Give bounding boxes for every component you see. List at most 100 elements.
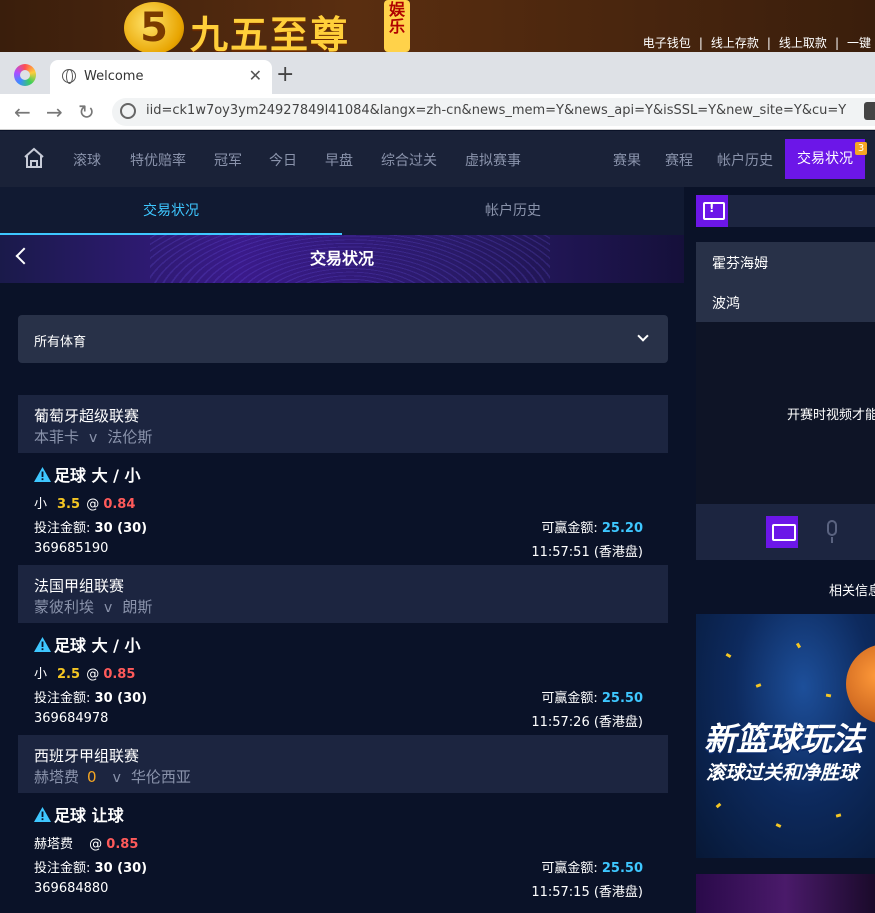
stake-value: 30 (30) xyxy=(94,521,148,536)
away-team: 华伦西亚 xyxy=(130,768,191,786)
nav-results[interactable]: 赛果 xyxy=(613,150,641,170)
win-row: 可赢金额: 25.20 xyxy=(541,517,643,536)
away-team: 朗斯 xyxy=(122,598,153,616)
win-row: 可赢金额: 25.50 xyxy=(541,857,643,876)
win-value: 25.50 xyxy=(601,861,643,876)
microphone-stem xyxy=(831,537,833,543)
vs-label: v xyxy=(104,600,113,616)
odds-value: 0.84 xyxy=(103,497,136,512)
bet-type-label: 足球 大 / 小 xyxy=(54,636,141,655)
bet-selection: 小 2.5 @ 0.85 xyxy=(34,663,135,682)
link-withdraw[interactable]: 线上取款 xyxy=(779,36,827,50)
vs-label: v xyxy=(89,430,98,446)
chat-icon[interactable] xyxy=(696,195,728,227)
url-text[interactable]: iid=ck1w7oy3ym24927849l41084&langx=zh-cn… xyxy=(146,103,864,118)
nav-today[interactable]: 今日 xyxy=(269,150,297,170)
bet-type: 足球 让球 xyxy=(34,802,124,826)
match-teams: 蒙彼利埃 v 朗斯 xyxy=(34,596,152,617)
warning-icon xyxy=(34,637,51,652)
promo-subtitle: 滚球过关和净胜球 xyxy=(706,762,859,784)
confetti xyxy=(725,652,732,659)
confetti xyxy=(795,642,802,649)
new-tab-icon[interactable]: + xyxy=(276,62,294,87)
logo-icon: 5 xyxy=(124,2,184,54)
odds-value: 0.85 xyxy=(103,667,136,682)
video-message: 开赛时视频才能 xyxy=(787,408,875,423)
globe-icon xyxy=(62,69,76,84)
at-sign: @ xyxy=(86,667,100,682)
logo-text: 九五至尊 xyxy=(190,12,351,57)
nav-parlay[interactable]: 综合过关 xyxy=(381,150,437,170)
nav-schedule[interactable]: 赛程 xyxy=(665,150,693,170)
bet-reference: 369684978 xyxy=(34,711,109,726)
confetti xyxy=(825,693,832,698)
microphone-icon[interactable] xyxy=(827,520,837,536)
stake-value: 30 (30) xyxy=(94,861,148,876)
back-icon[interactable]: ← xyxy=(14,100,31,124)
security-icon[interactable] xyxy=(120,103,136,119)
link-onekey[interactable]: 一键 xyxy=(847,36,871,50)
handicap-value: 3.5 xyxy=(57,497,81,512)
win-row: 可赢金额: 25.50 xyxy=(541,687,643,706)
win-label: 可赢金额: xyxy=(541,521,598,536)
stake-value: 30 (30) xyxy=(94,691,148,706)
confetti xyxy=(715,802,722,809)
nav-inplay[interactable]: 滚球 xyxy=(73,150,101,170)
nav-special-odds[interactable]: 特优赔率 xyxy=(130,150,186,170)
bet-type: 足球 大 / 小 xyxy=(34,632,141,656)
promo-banner-2[interactable] xyxy=(696,874,875,913)
confetti xyxy=(755,683,762,688)
home-team: 赫塔费 xyxy=(34,768,80,786)
selection-label: 小 xyxy=(34,667,48,682)
home-team: 本菲卡 xyxy=(34,428,80,446)
away-team: 法伦斯 xyxy=(107,428,153,446)
reload-icon[interactable]: ↻ xyxy=(78,100,95,124)
stake-row: 投注金额: 30 (30) xyxy=(34,517,147,536)
nav-outright[interactable]: 冠军 xyxy=(214,150,242,170)
at-sign: @ xyxy=(86,497,100,512)
selection-label: 赫塔费 xyxy=(34,837,74,852)
selection-label: 小 xyxy=(34,497,48,512)
extension-icon[interactable] xyxy=(864,102,875,120)
bet-reference: 369684880 xyxy=(34,881,109,896)
browser-tab[interactable]: Welcome ✕ xyxy=(50,60,272,94)
match-teams: 赫塔费 0 v 华伦西亚 xyxy=(34,766,191,787)
stake-label: 投注金额: xyxy=(34,521,91,536)
bet-type: 足球 大 / 小 xyxy=(34,462,141,486)
bet-type-label: 足球 大 / 小 xyxy=(54,466,141,485)
nav-account-history[interactable]: 帐户历史 xyxy=(717,150,773,170)
link-deposit[interactable]: 线上存款 xyxy=(711,36,759,50)
separator: | xyxy=(834,36,839,50)
separator: | xyxy=(698,36,703,50)
vs-label: v xyxy=(112,770,121,786)
stake-label: 投注金额: xyxy=(34,691,91,706)
win-label: 可赢金额: xyxy=(541,691,598,706)
sport-filter-select[interactable] xyxy=(18,315,668,363)
logo-badge: 娱乐 xyxy=(384,0,410,52)
related-info-heading: 相关信息 xyxy=(829,584,875,599)
tab-account-history[interactable]: 帐户历史 xyxy=(342,187,684,235)
tv-icon[interactable] xyxy=(766,516,798,548)
home-icon[interactable] xyxy=(22,146,46,170)
nav-transactions[interactable]: 交易状况 xyxy=(785,139,865,179)
nav-early[interactable]: 早盘 xyxy=(325,150,353,170)
league-name: 葡萄牙超级联赛 xyxy=(34,407,140,425)
win-value: 25.20 xyxy=(601,521,643,536)
link-wallet[interactable]: 电子钱包 xyxy=(643,36,691,50)
nav-virtual[interactable]: 虚拟赛事 xyxy=(465,150,521,170)
match-teams: 本菲卡 v 法伦斯 xyxy=(34,426,152,447)
sport-filter-value: 所有体育 xyxy=(34,335,87,350)
bet-time: 11:57:51 (香港盘) xyxy=(531,545,643,560)
bet-time: 11:57:26 (香港盘) xyxy=(531,715,643,730)
live-home-team: 霍芬海姆 xyxy=(712,256,768,272)
tab-title: Welcome xyxy=(84,69,144,84)
live-score: 0 xyxy=(87,768,97,786)
at-sign: @ xyxy=(89,837,103,852)
close-icon[interactable]: ✕ xyxy=(249,66,262,85)
warning-icon xyxy=(34,467,51,482)
bet-type-label: 足球 让球 xyxy=(54,806,124,825)
bet-selection: 赫塔费 @ 0.85 xyxy=(34,833,138,852)
forward-icon[interactable]: → xyxy=(46,100,63,124)
tab-transactions[interactable]: 交易状况 xyxy=(0,187,342,235)
transactions-count-badge: 3 xyxy=(855,142,867,155)
